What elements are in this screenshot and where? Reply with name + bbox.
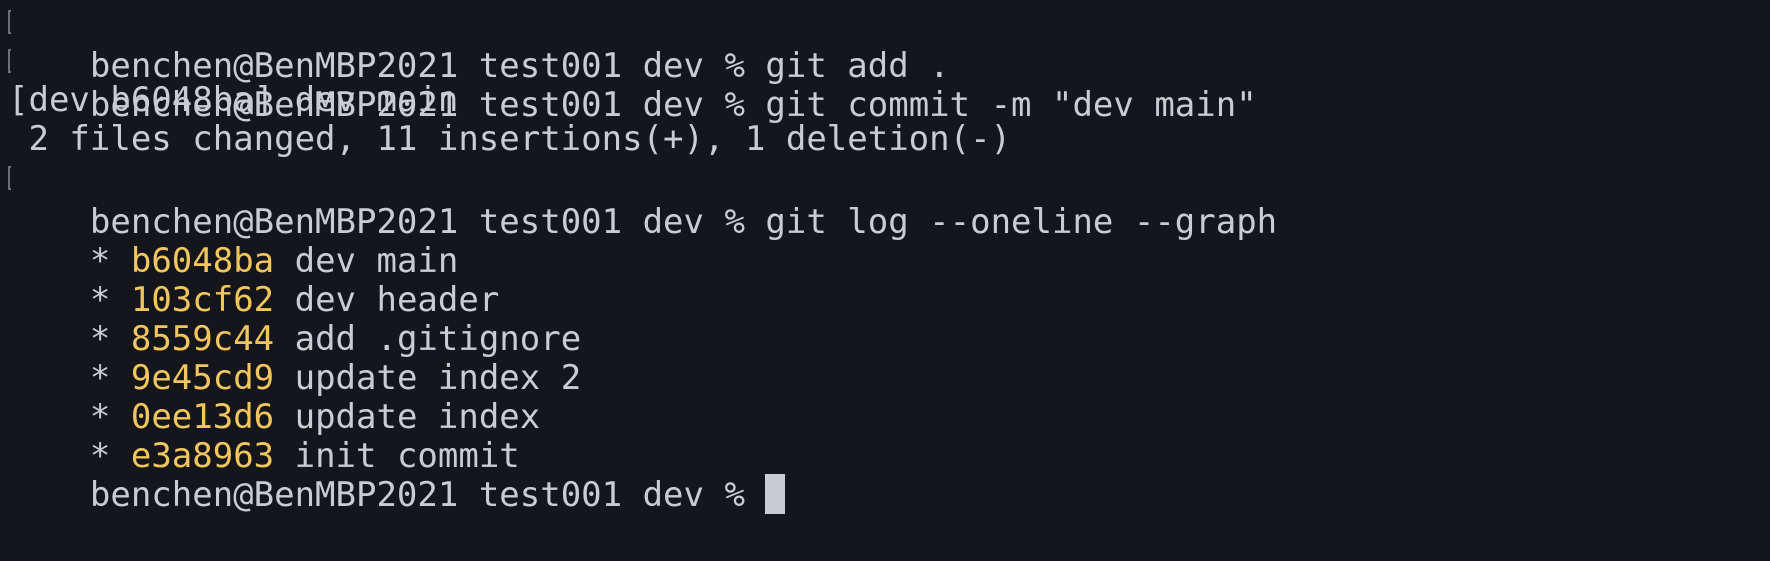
log-entry: * e3a8963 init commit	[8, 390, 520, 476]
output-line: 2 files changed, 11 insertions(+), 1 del…	[8, 119, 1012, 159]
prompt: benchen@BenMBP2021 test001 dev %	[89, 475, 766, 515]
log-entry: * b6048ba dev main	[8, 195, 458, 281]
active-prompt-line[interactable]: benchen@BenMBP2021 test001 dev %	[8, 429, 786, 515]
command-mark-icon	[8, 49, 11, 73]
log-entry: * 9e45cd9 update index 2	[8, 312, 581, 398]
output-line: [dev b6048ba] dev main	[8, 80, 459, 120]
terminal-line: benchen@BenMBP2021 test001 dev % git log…	[8, 156, 1277, 242]
text-cursor[interactable]	[765, 473, 786, 514]
log-entry: * 8559c44 add .gitignore	[8, 273, 581, 359]
terminal-window[interactable]: benchen@BenMBP2021 test001 dev % git add…	[0, 0, 1770, 556]
command-mark-icon	[8, 10, 11, 34]
log-entry: * 0ee13d6 update index	[8, 351, 540, 437]
terminal-line: benchen@BenMBP2021 test001 dev % git com…	[8, 39, 1257, 125]
log-entry: * 103cf62 dev header	[8, 234, 499, 320]
terminal-line: benchen@BenMBP2021 test001 dev % git add…	[8, 0, 950, 86]
command-text: git log --oneline --graph	[765, 202, 1278, 242]
command-mark-icon	[8, 166, 11, 190]
